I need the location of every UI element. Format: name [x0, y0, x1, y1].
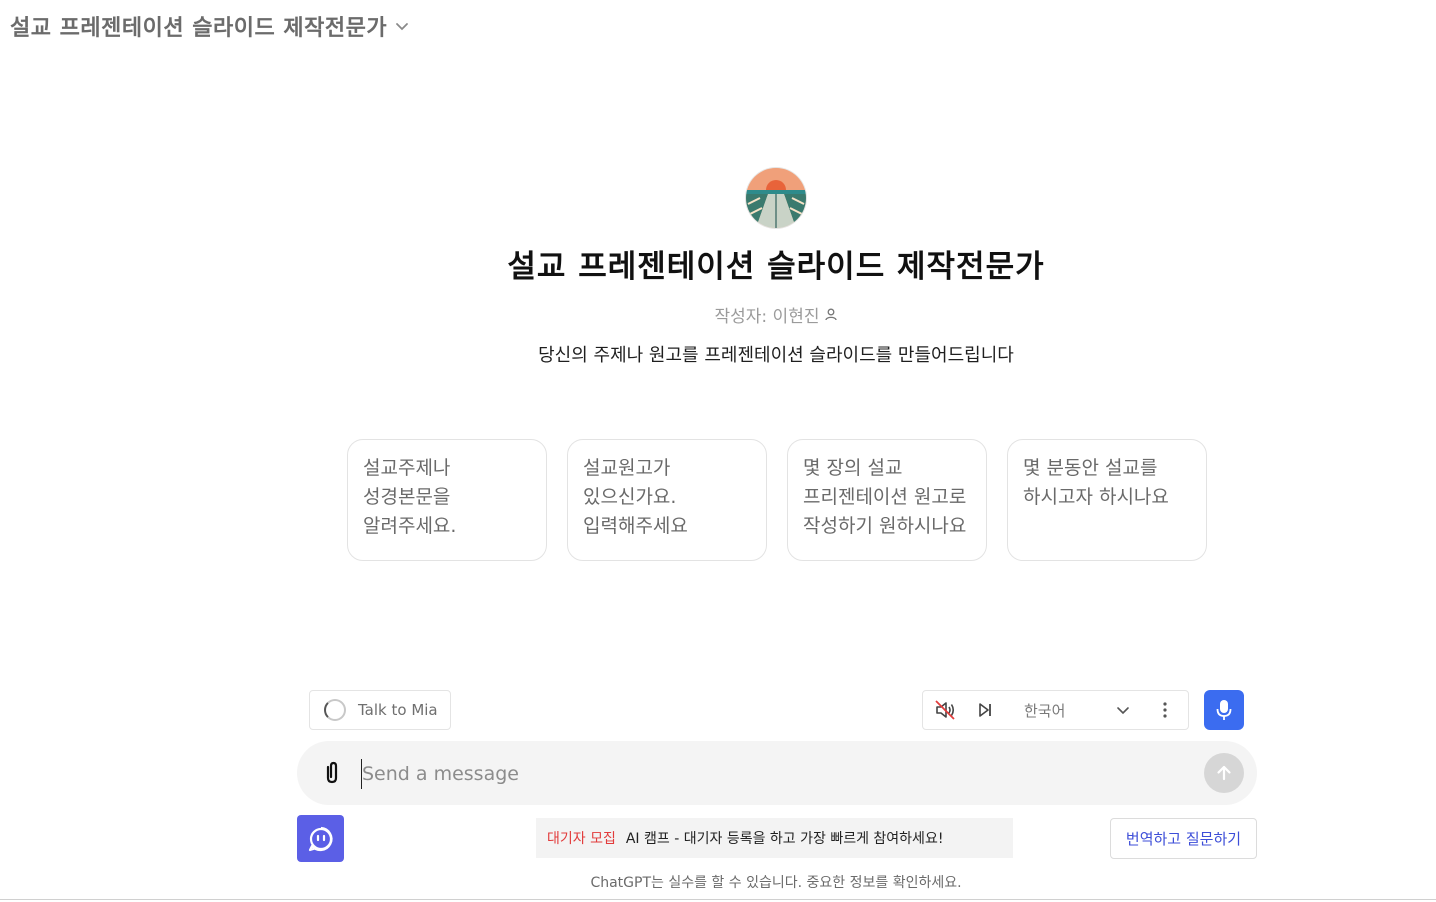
arrow-up-icon	[1217, 765, 1231, 781]
starter-card[interactable]: 몇 장의 설교 프리젠테이션 원고로 작성하기 원하시나요	[787, 439, 987, 561]
gpt-switcher[interactable]: 설교 프레젠테이션 슬라이드 제작전문가	[10, 8, 409, 44]
skip-forward-icon[interactable]	[974, 699, 996, 721]
chat-bubble-face-icon	[308, 826, 333, 851]
language-select[interactable]: 한국어	[1024, 700, 1112, 721]
message-composer	[297, 741, 1257, 805]
gpt-description: 당신의 주제나 원고를 프레젠테이션 슬라이드를 만들어드립니다	[538, 345, 1014, 366]
gpt-hero: 설교 프레젠테이션 슬라이드 제작전문가 작성자: 이현진 당신의 주제나 원고…	[0, 168, 1436, 367]
promo-text: AI 캠프 - 대기자 등록을 하고 가장 빠르게 참여하세요!	[625, 831, 944, 847]
paperclip-icon[interactable]	[319, 760, 345, 786]
microphone-icon	[1216, 700, 1232, 720]
sunset-road-avatar-icon	[746, 168, 806, 228]
speaker-muted-icon[interactable]	[934, 699, 956, 721]
starter-card[interactable]: 몇 분동안 설교를 하시고자 하시나요	[1007, 439, 1207, 561]
person-icon	[825, 308, 838, 321]
page: 설교 프레젠테이션 슬라이드 제작전문가 설교 프레젠테이션 슬라이드 제작전문…	[0, 0, 1436, 902]
send-button[interactable]	[1204, 753, 1244, 793]
promo-tag: 대기자 모집	[547, 831, 616, 847]
gpt-title: 설교 프레젠테이션 슬라이드 제작전문가	[507, 249, 1045, 285]
bottom-divider	[0, 899, 1436, 900]
more-vertical-icon[interactable]	[1154, 699, 1176, 721]
gpt-name: 설교 프레젠테이션 슬라이드 제작전문가	[10, 16, 388, 41]
author-label: 작성자: 이현진	[714, 307, 820, 327]
starter-card[interactable]: 설교원고가 있으신가요. 입력해주세요	[567, 439, 767, 561]
author-line[interactable]: 작성자: 이현진	[715, 302, 838, 327]
chevron-down-icon[interactable]	[1112, 699, 1134, 721]
gpt-avatar	[746, 168, 806, 228]
voice-controls: 한국어	[922, 690, 1189, 730]
talk-to-mia-button[interactable]: Talk to Mia	[309, 690, 451, 730]
translate-and-ask-button[interactable]: 번역하고 질문하기	[1110, 818, 1257, 859]
chevron-down-icon	[396, 23, 408, 31]
message-input[interactable]	[361, 759, 1181, 789]
conversation-starters: 설교주제나 성경본문을 알려주세요. 설교원고가 있으신가요. 입력해주세요 몇…	[347, 439, 1207, 561]
promo-banner[interactable]: 대기자 모집 AI 캠프 - 대기자 등록을 하고 가장 빠르게 참여하세요!	[536, 818, 1013, 858]
microphone-button[interactable]	[1204, 690, 1244, 730]
assistant-chat-button[interactable]	[297, 815, 344, 862]
loading-spinner-icon	[324, 699, 346, 721]
disclaimer: ChatGPT는 실수를 할 수 있습니다. 중요한 정보를 확인하세요.	[590, 875, 962, 891]
talk-to-mia-label: Talk to Mia	[358, 701, 438, 719]
starter-card[interactable]: 설교주제나 성경본문을 알려주세요.	[347, 439, 547, 561]
